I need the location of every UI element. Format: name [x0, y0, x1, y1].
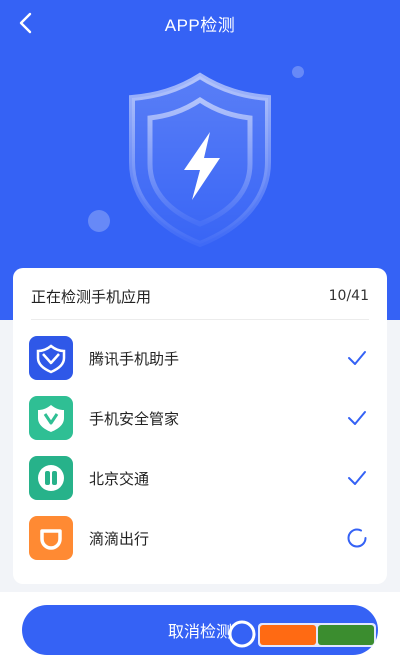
app-name: 腾讯手机助手: [89, 349, 180, 368]
didi-icon: [29, 516, 73, 560]
scan-progress: 10/41: [328, 288, 369, 304]
app-name: 北京交通: [89, 469, 150, 488]
app-row[interactable]: 手机安全管家: [29, 388, 371, 448]
app-row[interactable]: 北京交通: [29, 448, 371, 508]
watermark-logo: [228, 620, 376, 648]
decor-dot: [88, 210, 110, 232]
app-row[interactable]: 腾讯手机助手: [29, 328, 371, 388]
tencent-assistant-icon: [29, 336, 73, 380]
app-name: 滴滴出行: [89, 529, 150, 548]
app-row[interactable]: 滴滴出行: [29, 508, 371, 568]
app-name: 手机安全管家: [89, 409, 180, 428]
security-manager-icon: [29, 396, 73, 440]
beijing-transport-icon: [29, 456, 73, 500]
scan-heading: 正在检测手机应用: [31, 287, 152, 306]
page-title: APP检测: [164, 16, 236, 35]
loading-spinner-icon: [345, 526, 369, 550]
scan-card: 正在检测手机应用 10/41 腾讯手机助手 手机安全管家 北京交通 滴滴出行: [13, 268, 387, 584]
decor-dot: [292, 66, 304, 78]
scan-header: 正在检测手机应用 10/41: [31, 282, 369, 310]
check-icon: [345, 466, 369, 490]
divider: [31, 319, 369, 320]
check-icon: [345, 346, 369, 370]
check-icon: [345, 406, 369, 430]
shield-bolt-icon: [129, 72, 271, 248]
